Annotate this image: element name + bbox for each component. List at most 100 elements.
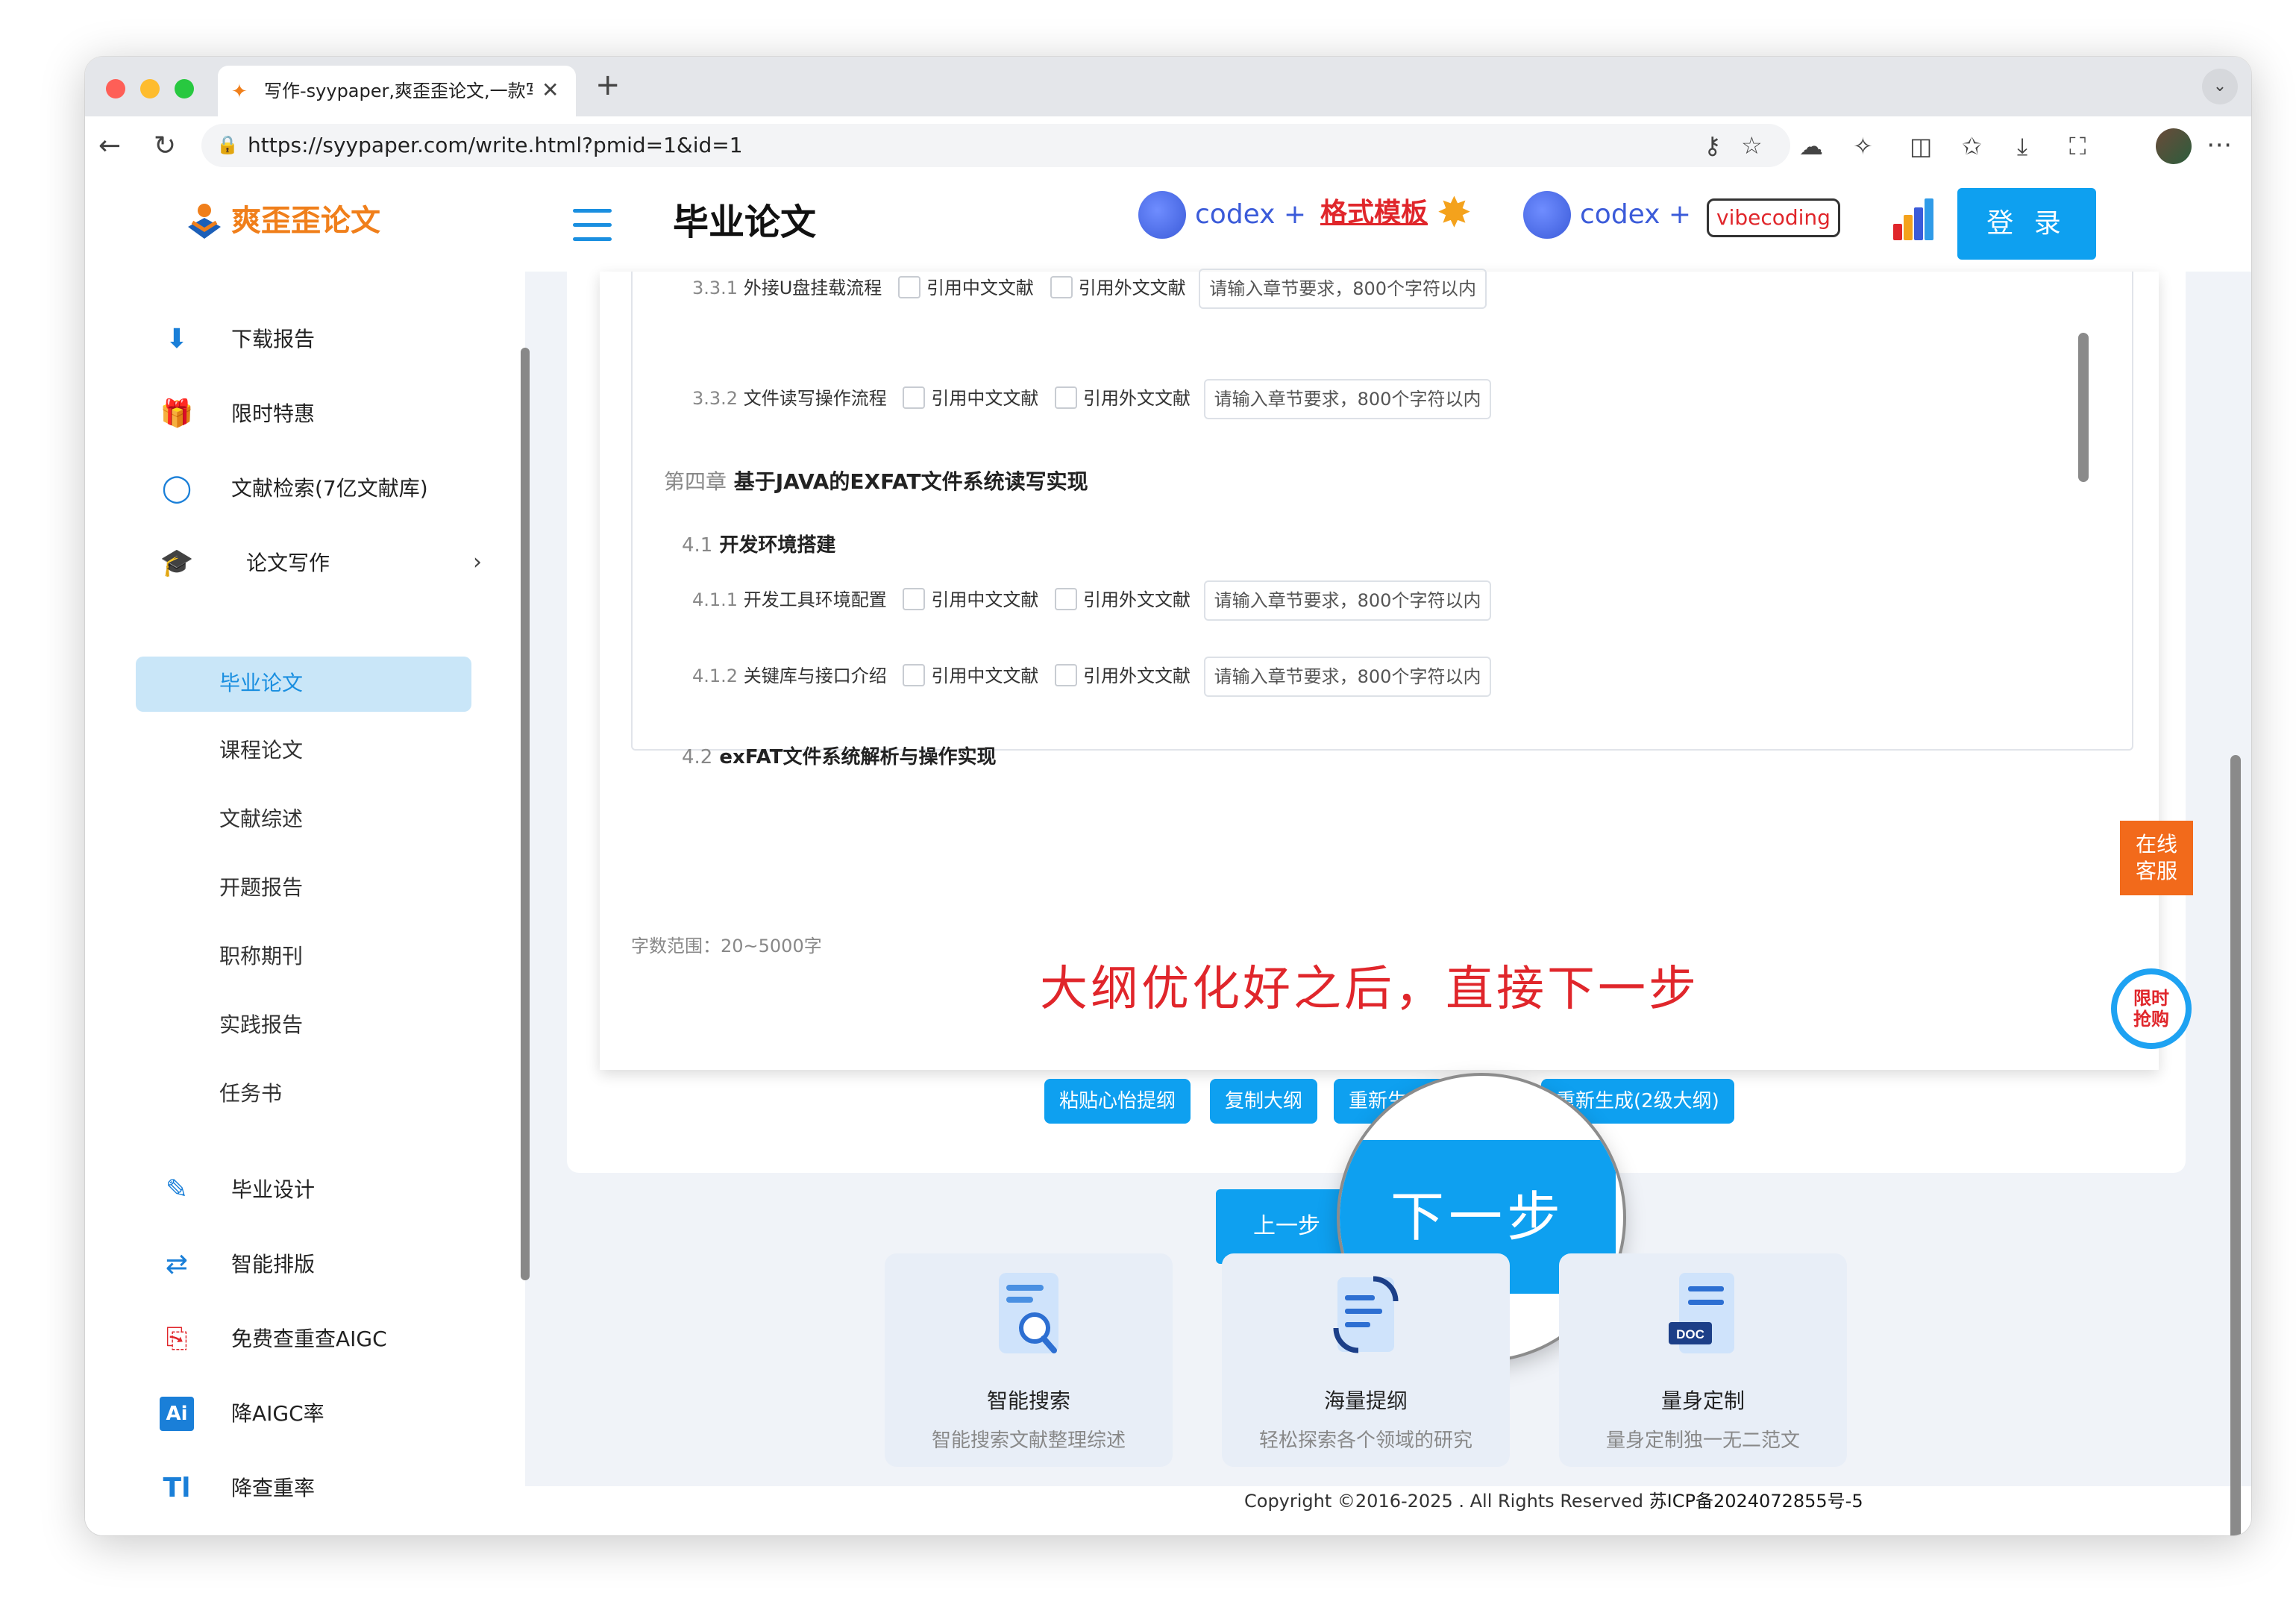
outline-row: 4.1.2 关键库与接口介绍 引用中文文献 引用外文文献 请输入章节要求，800… [692,657,1492,697]
cite-cn-checkbox[interactable] [903,588,926,610]
banner1-format-template[interactable]: 格式模板 [1320,197,1428,230]
hamburger-menu-icon[interactable] [573,209,612,251]
copyright: Copyright ©2016-2025 . All Rights Reserv… [1244,1491,1863,1512]
puzzle-icon[interactable]: ✧ [1853,131,1873,161]
reload-icon[interactable]: ↻ [154,130,176,163]
banner2-codex-text[interactable]: codex + [1580,198,1691,231]
doc-file-icon: DOC [1669,1273,1734,1353]
sidebar-item-download-report[interactable]: ⬇ 下载报告 [160,313,503,366]
sidebar-item-plagiarism-check[interactable]: ⎘ 免费查重查AIGC [160,1313,503,1365]
star-icon[interactable]: ☆ [1741,131,1763,160]
download-toolbar-icon[interactable]: ⤓ [2017,131,2027,161]
burst-icon: ✸ [1437,189,1472,237]
section-requirement-input[interactable]: 请输入章节要求，800个字符以内 [1203,657,1492,697]
icp-link[interactable]: 苏ICP备2024072855号-5 [1649,1491,1863,1512]
flash-sale-badge[interactable]: 限时 抢购 [2111,968,2192,1049]
sidebar-subitem-practice-report[interactable]: 实践报告 [219,1012,303,1039]
svg-text:DOC: DOC [1676,1327,1704,1341]
swap-arrows-icon: ⇄ [165,1249,189,1280]
cite-cn-checkbox[interactable] [897,276,920,298]
extension-cloud-icon[interactable]: ☁ [1799,131,1823,161]
sidebar-item-limited-offer[interactable]: 🎁 限时特惠 [160,388,503,440]
cite-cn-checkbox[interactable] [903,664,926,686]
new-tab-icon[interactable]: + [595,70,621,100]
sidebar: 爽歪歪论文 ⬇ 下载报告 🎁 限时特惠 ◯ 文献检索(7亿文献库) 🎓 论文写作… [85,176,530,1535]
sidebar-scrollbar[interactable] [521,348,530,1280]
cite-en-checkbox[interactable] [1055,588,1077,610]
more-menu-icon[interactable]: ⋯ [2206,130,2232,160]
page-scrollbar[interactable] [2230,755,2241,1535]
page-viewport: 爽歪歪论文 ⬇ 下载报告 🎁 限时特惠 ◯ 文献检索(7亿文献库) 🎓 论文写作… [85,176,2251,1535]
codex-logo-icon [1138,191,1186,239]
lock-icon: 🔒 [216,134,239,155]
sidebar-subitem-journal[interactable]: 职称期刊 [219,943,303,970]
outline-row-title: 关键库与接口介绍 [743,666,887,686]
document-search-icon [999,1273,1058,1353]
url-field[interactable]: 🔒 https://syypaper.com/write.html?pmid=1… [201,124,1790,167]
zoom-window-button[interactable] [175,79,194,98]
pdf-icon: ⎘ [166,1324,188,1354]
sidebar-item-paper-writing[interactable]: 🎓 论文写作 › [160,537,503,589]
favorites-icon[interactable]: ✩ [1962,131,1982,161]
tab-title: 写作-syypaper,爽歪歪论文,一款写 [264,81,533,101]
cite-en-checkbox[interactable] [1050,276,1073,298]
document-sync-icon [1333,1276,1399,1353]
sidebar-item-reduce-aigc[interactable]: Ai 降AIGC率 [160,1388,503,1440]
sidebar-subitem-proposal[interactable]: 开题报告 [219,874,303,901]
screenshot-icon[interactable]: ⛶ [2069,131,2086,161]
outline-row: 4.1.1 开发工具环境配置 引用中文文献 引用外文文献 请输入章节要求，800… [692,580,1492,621]
key-icon[interactable]: ⚷ [1704,131,1721,160]
login-button[interactable]: 登 录 [1957,188,2096,260]
outline-section-heading: 4.2 exFAT文件系统解析与操作实现 [682,746,997,768]
section-requirement-input[interactable]: 请输入章节要求，800个字符以内 [1203,379,1492,419]
edit-icon: ✎ [165,1174,189,1205]
sidebar-subitem-literature-review[interactable]: 文献综述 [219,806,303,833]
paste-outline-button[interactable]: 粘贴心怡提纲 [1044,1079,1191,1124]
site-logo[interactable]: 爽歪歪论文 [182,198,380,245]
outline-scrollbar[interactable] [2078,333,2089,482]
sidebar-subitem-thesis[interactable]: 毕业论文 [219,670,303,697]
codex-logo-icon [1523,191,1571,239]
graduation-cap-icon: 🎓 [160,548,194,578]
logo-text: 爽歪歪论文 [231,204,380,238]
site-favicon-icon: ✦ [231,81,248,103]
content-header: 毕业论文 codex + 格式模板 ✸ codex + vibecoding 登… [525,176,2251,272]
outline-section-heading: 4.1 开发环境搭建 [682,534,836,557]
cite-en-checkbox[interactable] [1055,664,1077,686]
tab-list-chevron-icon[interactable]: ⌄ [2202,69,2238,104]
banner1-codex-text[interactable]: codex + [1195,198,1306,231]
prev-step-button[interactable]: 上一步 [1216,1189,1358,1264]
bar-chart-icon [1893,198,1933,240]
copy-outline-button[interactable]: 复制大纲 [1210,1079,1318,1124]
text-size-icon: Tl [163,1473,191,1503]
word-range-hint: 字数范围：20~5000字 [631,936,822,956]
tab-close-icon[interactable]: ✕ [542,78,559,103]
cite-en-checkbox[interactable] [1055,386,1077,409]
browser-tab[interactable]: ✦ 写作-syypaper,爽歪歪论文,一款写 ✕ [218,66,576,116]
outline-row-title: 开发工具环境配置 [743,589,887,610]
section-requirement-input[interactable]: 请输入章节要求，800个字符以内 [1203,580,1492,621]
annotation-text: 大纲优化好之后，直接下一步 [1040,962,1699,1017]
url-text: https://syypaper.com/write.html?pmid=1&i… [248,133,743,157]
section-requirement-input[interactable]: 请输入章节要求，800个字符以内 [1199,269,1487,309]
outline-chapter-heading: 第四章 基于JAVA的EXFAT文件系统读写实现 [664,469,1088,494]
cite-cn-checkbox[interactable] [903,386,926,409]
banner2-vibecoding[interactable]: vibecoding [1707,198,1840,237]
sidebar-item-literature-search[interactable]: ◯ 文献检索(7亿文献库) [160,463,503,515]
feature-card-massive-outline: 海量提纲 轻松探索各个领域的研究 [1222,1253,1510,1467]
sidebar-subitem-task-book[interactable]: 任务书 [219,1080,282,1107]
ai-icon: Ai [160,1397,194,1431]
sidebar-item-smart-format[interactable]: ⇄ 智能排版 [160,1239,503,1291]
close-window-button[interactable] [106,79,125,98]
chevron-right-icon: › [473,549,482,575]
sidebar-item-reduce-duplicate[interactable]: Tl 降查重率 [160,1462,503,1515]
tab-bar: ✦ 写作-syypaper,爽歪歪论文,一款写 ✕ + ⌄ [85,57,2251,116]
profile-avatar[interactable] [2156,128,2192,164]
outline-row: 3.3.2 文件读写操作流程 引用中文文献 引用外文文献 请输入章节要求，800… [692,379,1492,419]
sidebar-subitem-course-paper[interactable]: 课程论文 [219,737,303,764]
sidebar-item-graduation-design[interactable]: ✎ 毕业设计 [160,1164,503,1216]
minimize-window-button[interactable] [140,79,160,98]
split-view-icon[interactable]: ◫ [1910,131,1932,161]
back-arrow-icon[interactable]: ← [98,130,121,163]
online-service-button[interactable]: 在线 客服 [2120,821,2193,895]
